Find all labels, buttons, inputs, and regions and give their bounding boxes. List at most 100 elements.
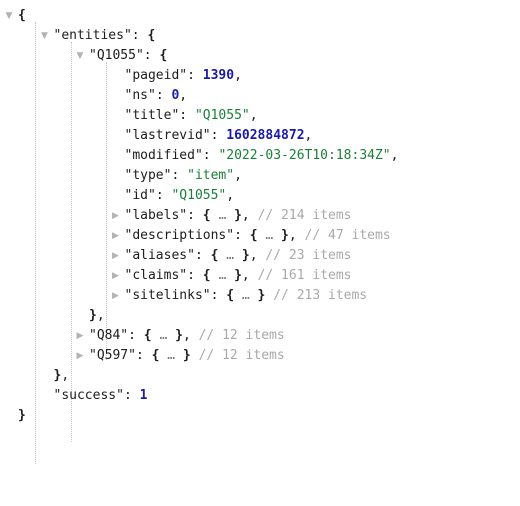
json-colon: : xyxy=(210,128,227,143)
ellipsis-icon: … xyxy=(226,248,235,263)
json-comma: , xyxy=(241,268,250,283)
json-comma: , xyxy=(234,168,242,183)
json-colon: : xyxy=(128,328,144,343)
json-line-content: "ns": 0, xyxy=(125,86,188,106)
json-value-number[interactable]: 1602884872 xyxy=(226,128,304,143)
json-brace-open: { xyxy=(147,28,156,43)
json-key[interactable]: "sitelinks" xyxy=(125,288,211,303)
disclosure-triangle-collapsed-icon[interactable] xyxy=(109,206,123,226)
json-line: "modified": "2022-03-26T10:18:34Z", xyxy=(0,146,520,166)
json-comma: , xyxy=(241,208,250,223)
json-key[interactable]: "lastrevid" xyxy=(125,128,211,143)
disclosure-triangle-collapsed-icon[interactable] xyxy=(109,226,123,246)
json-colon: : xyxy=(155,88,172,103)
json-key[interactable]: "type" xyxy=(125,168,172,183)
json-value-number[interactable]: 1 xyxy=(140,388,148,403)
json-line-content: { xyxy=(18,6,26,26)
json-colon: : xyxy=(171,168,188,183)
json-colon: : xyxy=(179,108,195,123)
json-colon: : xyxy=(202,148,219,163)
disclosure-triangle-expanded-icon[interactable] xyxy=(2,6,16,26)
json-key[interactable]: "id" xyxy=(125,188,156,203)
json-line: "Q84": { … }, // 12 items xyxy=(0,326,520,346)
json-key[interactable]: "success" xyxy=(54,388,124,403)
json-line-content: "Q84": { … }, // 12 items xyxy=(89,326,285,346)
json-key[interactable]: "Q84" xyxy=(89,328,128,343)
disclosure-triangle-collapsed-icon[interactable] xyxy=(109,266,123,286)
json-line-content: "Q597": { … } // 12 items xyxy=(89,346,285,366)
json-value-string[interactable]: "2022-03-26T10:18:34Z" xyxy=(218,148,390,163)
json-colon: : xyxy=(210,288,227,303)
json-colon: : xyxy=(131,28,148,43)
json-line-content: "modified": "2022-03-26T10:18:34Z", xyxy=(125,146,399,166)
disclosure-triangle-collapsed-icon[interactable] xyxy=(109,246,123,266)
json-colon: : xyxy=(143,48,160,63)
ellipsis-icon: … xyxy=(241,288,250,303)
json-item-count-comment: // 214 items xyxy=(249,208,352,223)
json-line-content: "descriptions": { … }, // 47 items xyxy=(125,226,391,246)
json-collapsed-object[interactable]: { … } xyxy=(203,208,242,223)
json-line: "descriptions": { … }, // 47 items xyxy=(0,226,520,246)
json-line-content: "id": "Q1055", xyxy=(125,186,235,206)
disclosure-triangle-expanded-icon[interactable] xyxy=(38,26,52,46)
json-key[interactable]: "Q597" xyxy=(89,348,136,363)
json-comma: , xyxy=(179,88,188,103)
json-comma: , xyxy=(182,328,191,343)
json-tree-viewer[interactable]: {"entities": {"Q1055": {"pageid": 1390,"… xyxy=(0,0,520,500)
json-line-content: }, xyxy=(54,366,70,386)
json-comma: , xyxy=(288,228,297,243)
json-collapsed-object[interactable]: { … } xyxy=(144,328,183,343)
json-line-content: "lastrevid": 1602884872, xyxy=(125,126,313,146)
json-colon: : xyxy=(123,388,140,403)
json-key[interactable]: "modified" xyxy=(125,148,203,163)
json-key[interactable]: "pageid" xyxy=(125,68,188,83)
json-colon: : xyxy=(187,68,203,83)
json-collapsed-object[interactable]: { … } xyxy=(211,248,250,263)
json-key[interactable]: "claims" xyxy=(125,268,188,283)
json-key[interactable]: "ns" xyxy=(125,88,156,103)
json-key[interactable]: "aliases" xyxy=(125,248,195,263)
json-key[interactable]: "title" xyxy=(125,108,180,123)
disclosure-triangle-expanded-icon[interactable] xyxy=(73,46,87,66)
json-colon: : xyxy=(187,208,203,223)
json-value-string[interactable]: "Q1055" xyxy=(171,188,226,203)
json-key[interactable]: "Q1055" xyxy=(89,48,144,63)
json-collapsed-object[interactable]: { … } xyxy=(203,268,242,283)
json-comma: , xyxy=(304,128,313,143)
json-line: "Q1055": { xyxy=(0,46,520,66)
json-value-string[interactable]: "item" xyxy=(187,168,234,183)
json-key[interactable]: "labels" xyxy=(125,208,188,223)
json-collapsed-object[interactable]: { … } xyxy=(152,348,191,363)
json-key[interactable]: "descriptions" xyxy=(125,228,235,243)
json-comma: , xyxy=(61,368,70,383)
json-collapsed-object[interactable]: { … } xyxy=(226,288,265,303)
json-line: "aliases": { … }, // 23 items xyxy=(0,246,520,266)
json-colon: : xyxy=(187,268,203,283)
json-value-number[interactable]: 1390 xyxy=(203,68,234,83)
json-item-count-comment: // 23 items xyxy=(257,248,352,263)
json-brace-open: { xyxy=(159,48,168,63)
json-comma: , xyxy=(226,188,235,203)
json-colon: : xyxy=(234,228,250,243)
json-line-content: "success": 1 xyxy=(54,386,148,406)
json-comma: , xyxy=(234,68,242,83)
json-value-string[interactable]: "Q1055" xyxy=(195,108,250,123)
json-key[interactable]: "entities" xyxy=(54,28,132,43)
json-line-content: "sitelinks": { … } // 213 items xyxy=(125,286,368,306)
json-item-count-comment: // 161 items xyxy=(249,268,352,283)
disclosure-triangle-collapsed-icon[interactable] xyxy=(73,326,87,346)
json-line-content: "labels": { … }, // 214 items xyxy=(125,206,352,226)
json-item-count-comment: // 47 items xyxy=(296,228,391,243)
json-collapsed-object[interactable]: { … } xyxy=(250,228,289,243)
disclosure-triangle-collapsed-icon[interactable] xyxy=(73,346,87,366)
json-line-content: "title": "Q1055", xyxy=(125,106,258,126)
json-brace-close: } xyxy=(18,408,26,423)
json-line-content: "type": "item", xyxy=(125,166,242,186)
json-line: "claims": { … }, // 161 items xyxy=(0,266,520,286)
json-item-count-comment: // 12 items xyxy=(190,348,285,363)
json-colon: : xyxy=(155,188,172,203)
json-line-content: "aliases": { … }, // 23 items xyxy=(125,246,352,266)
json-line: "labels": { … }, // 214 items xyxy=(0,206,520,226)
disclosure-triangle-collapsed-icon[interactable] xyxy=(109,286,123,306)
json-comma: , xyxy=(96,308,105,323)
